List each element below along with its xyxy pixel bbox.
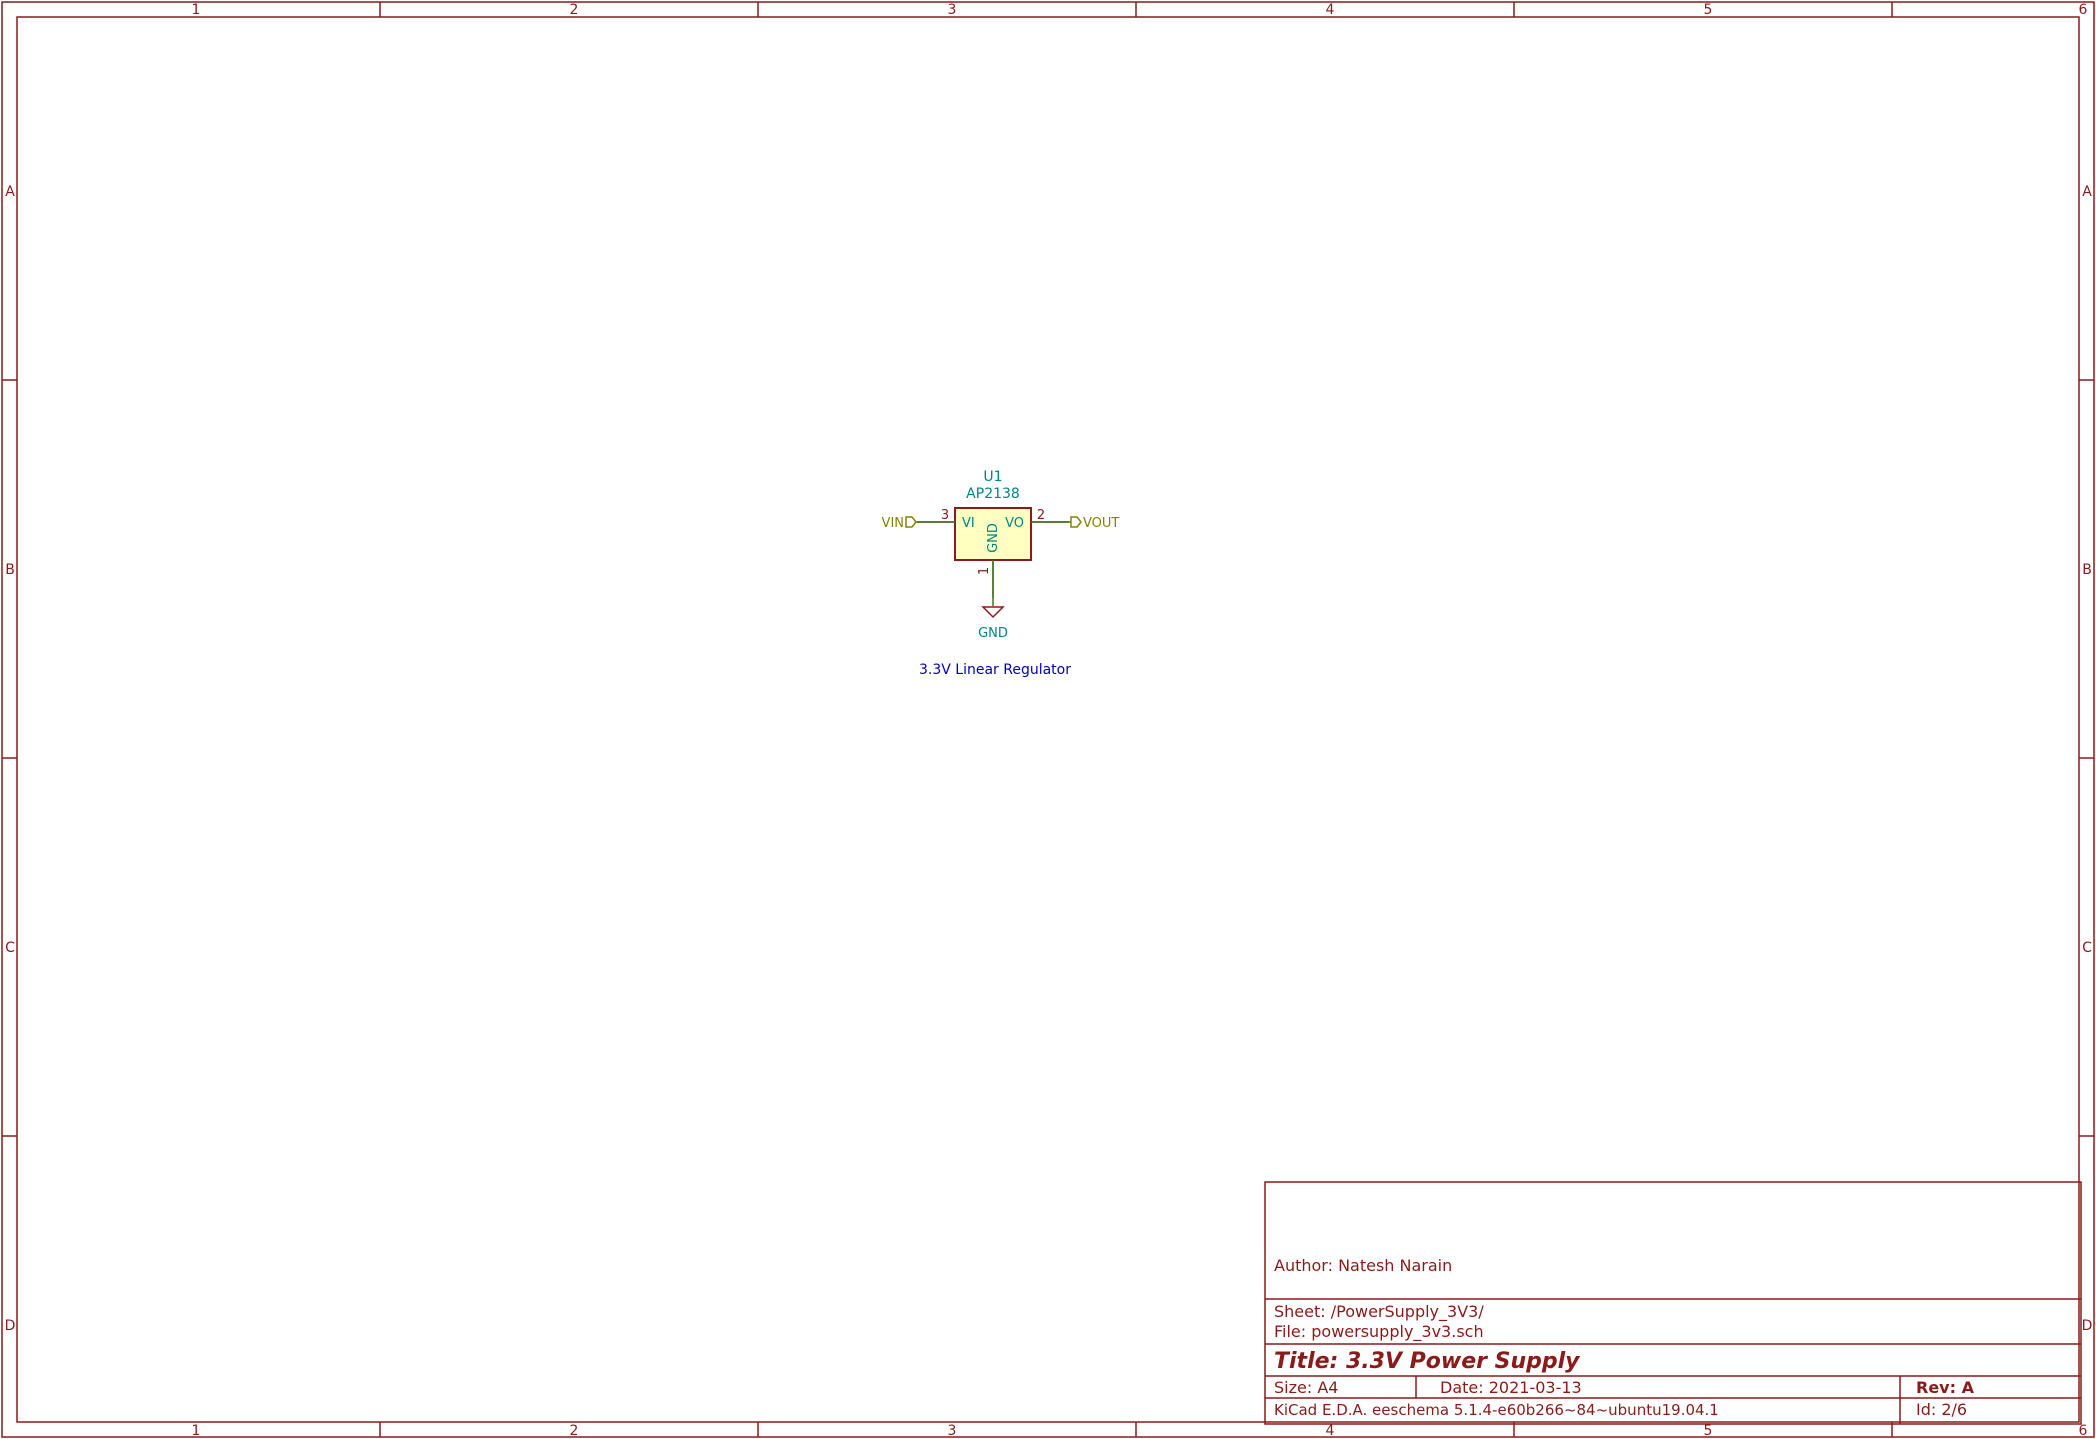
u1-pin-vo-name: VO (1005, 516, 1024, 531)
date-field: Date: 2021-03-13 (1440, 1378, 1582, 1397)
col-label-bottom-1: 1 (192, 1423, 201, 1439)
u1-pin-gnd-name: GND (986, 523, 1001, 553)
u1-pin-3-number: 3 (941, 508, 949, 523)
u1-pin-2-number: 2 (1037, 508, 1045, 523)
col-label-top-6: 6 (2079, 2, 2088, 18)
u1-value: AP2138 (966, 486, 1020, 502)
col-label-top-5: 5 (1704, 2, 1713, 18)
regulator-note: 3.3V Linear Regulator (919, 662, 1071, 678)
file-field: File: powersupply_3v3.sch (1274, 1322, 1484, 1342)
row-label-left-c: C (5, 940, 15, 956)
col-label-bottom-4: 4 (1326, 1423, 1335, 1439)
vout-flag-icon (1070, 516, 1082, 528)
rev-field: Rev: A (1916, 1378, 1975, 1397)
row-label-right-d: D (2082, 1318, 2093, 1334)
u1-pin-1-number: 1 (977, 567, 992, 575)
col-label-top-1: 1 (192, 2, 201, 18)
schematic-sheet: 1 2 3 4 5 6 1 2 3 4 5 6 A B C D A B C D … (1, 1, 2095, 1439)
col-label-bottom-2: 2 (570, 1423, 579, 1439)
row-label-right-c: C (2082, 940, 2092, 956)
row-label-left-b: B (5, 562, 15, 578)
ground-label: GND (978, 626, 1008, 641)
sheet-field: Sheet: /PowerSupply_3V3/ (1274, 1302, 1484, 1322)
col-label-top-3: 3 (948, 2, 957, 18)
regulator-u1[interactable]: U1 AP2138 VI VO GND 3 2 1 (941, 469, 1045, 575)
col-label-top-2: 2 (570, 2, 579, 18)
outer-frame (1, 1, 2095, 1438)
net-label-vout[interactable]: VOUT (1070, 516, 1119, 531)
title-field: Title: 3.3V Power Supply (1274, 1349, 1581, 1374)
author-field: Author: Natesh Narain (1274, 1256, 1452, 1275)
column-ticks (379, 2, 1893, 1437)
col-label-bottom-5: 5 (1704, 1423, 1713, 1439)
row-label-left-d: D (5, 1318, 16, 1334)
row-label-left-a: A (5, 184, 15, 200)
row-label-right-a: A (2082, 184, 2092, 200)
id-field: Id: 2/6 (1916, 1400, 1967, 1419)
col-label-bottom-3: 3 (948, 1423, 957, 1439)
inner-frame (16, 16, 2080, 1423)
row-ticks (2, 379, 2094, 1137)
u1-pin-vi-name: VI (962, 516, 975, 531)
u1-reference: U1 (983, 469, 1002, 485)
ground-icon (981, 606, 1005, 619)
row-label-right-b: B (2082, 562, 2092, 578)
size-field: Size: A4 (1274, 1378, 1338, 1397)
net-label-vin[interactable]: VIN (882, 516, 917, 531)
vin-flag-icon (905, 516, 917, 528)
ground-symbol[interactable]: GND (978, 606, 1008, 641)
col-label-top-4: 4 (1326, 2, 1335, 18)
tool-field: KiCad E.D.A. eeschema 5.1.4-e60b266~84~u… (1274, 1401, 1719, 1419)
col-label-bottom-6: 6 (2079, 1423, 2088, 1439)
vout-label: VOUT (1083, 516, 1119, 531)
vin-label: VIN (882, 516, 904, 531)
